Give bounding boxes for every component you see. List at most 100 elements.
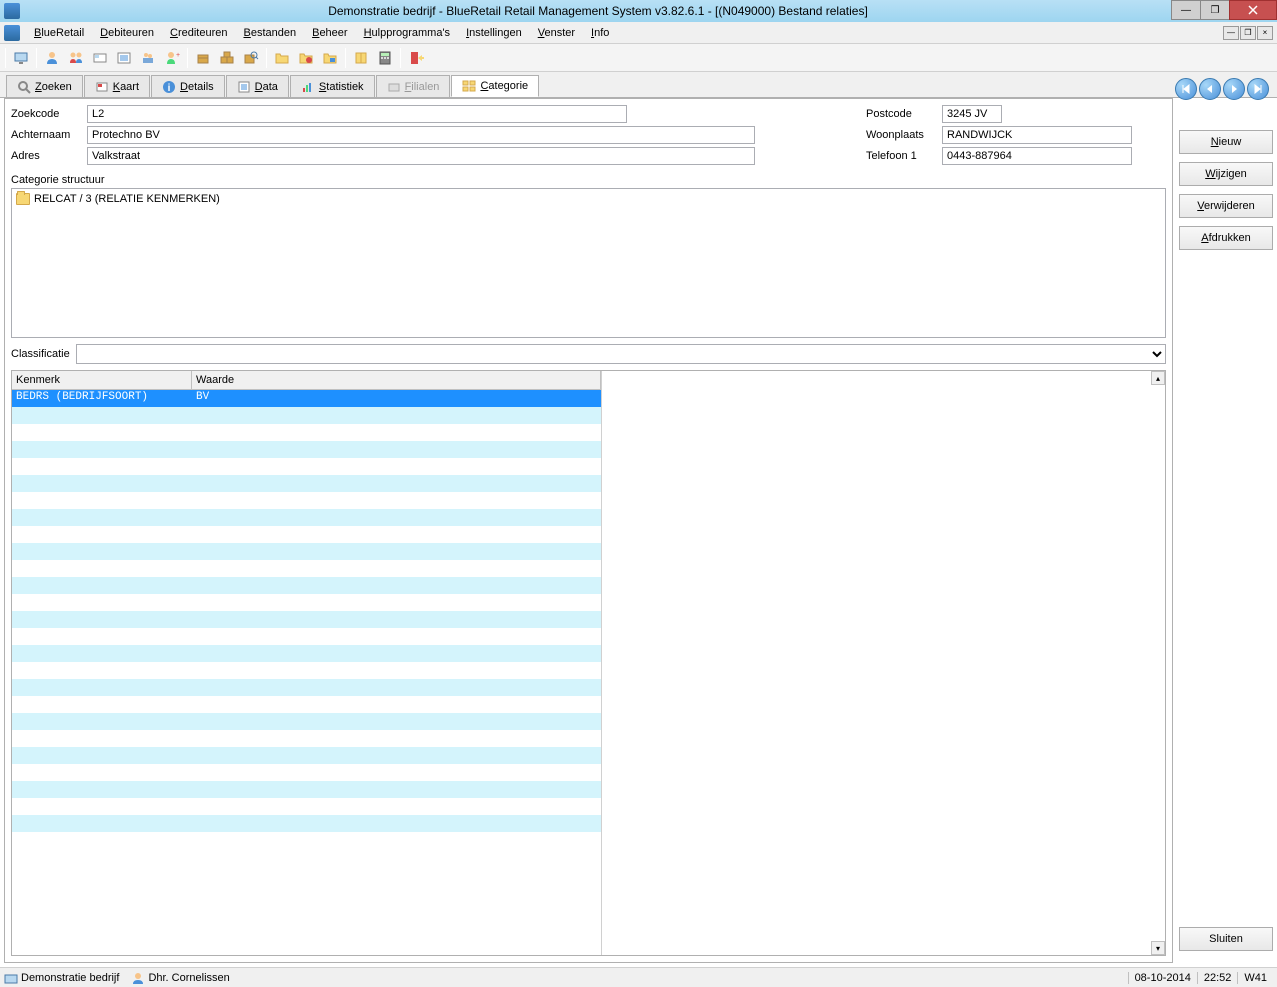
category-tree[interactable]: RELCAT / 3 (RELATIE KENMERKEN)	[11, 188, 1166, 338]
tab-zoeken[interactable]: Zoeken	[6, 75, 83, 97]
toolbar-user-add-icon[interactable]: +	[161, 47, 183, 69]
afdrukken-button[interactable]: Afdrukken	[1179, 226, 1273, 250]
grid-row-empty[interactable]	[12, 662, 601, 679]
tab-kaart[interactable]: Kaart	[84, 75, 150, 97]
grid-row-empty[interactable]	[12, 424, 601, 441]
menu-blueretail[interactable]: BlueRetail	[26, 25, 92, 41]
minimize-button[interactable]: —	[1171, 0, 1201, 20]
grid-row-empty[interactable]	[12, 509, 601, 526]
nav-first-button[interactable]	[1175, 78, 1197, 100]
grid-row-empty[interactable]	[12, 594, 601, 611]
data-icon	[237, 80, 251, 94]
grid-scroll-up-icon[interactable]: ▴	[1151, 371, 1165, 385]
grid-header-waarde[interactable]: Waarde	[192, 371, 601, 389]
sluiten-button[interactable]: Sluiten	[1179, 927, 1273, 951]
nav-next-button[interactable]	[1223, 78, 1245, 100]
grid-row-empty[interactable]	[12, 475, 601, 492]
woonplaats-input[interactable]	[942, 126, 1132, 144]
grid-row-empty[interactable]	[12, 458, 601, 475]
toolbar-search-box-icon[interactable]	[240, 47, 262, 69]
tab-details[interactable]: iDetails	[151, 75, 225, 97]
grid-row-empty[interactable]	[12, 747, 601, 764]
grid-row-empty[interactable]	[12, 645, 601, 662]
mdi-close-button[interactable]: ×	[1257, 26, 1273, 40]
toolbar-folder-blue-icon[interactable]	[319, 47, 341, 69]
telefoon1-input[interactable]	[942, 147, 1132, 165]
tab-strip: ZoekenKaartiDetailsDataStatistiekFiliale…	[0, 72, 1277, 98]
category-icon	[462, 79, 476, 93]
adres-label: Adres	[11, 150, 87, 162]
toolbar-screen-icon[interactable]	[10, 47, 32, 69]
grid-row-empty[interactable]	[12, 611, 601, 628]
menu-crediteuren[interactable]: Crediteuren	[162, 25, 236, 41]
toolbar-people-icon[interactable]	[137, 47, 159, 69]
close-button[interactable]	[1229, 0, 1277, 20]
menu-hulpprogrammas[interactable]: Hulpprogramma's	[356, 25, 458, 41]
tab-categorie[interactable]: Categorie	[451, 75, 539, 97]
menu-instellingen[interactable]: Instellingen	[458, 25, 530, 41]
tab-statistiek[interactable]: Statistiek	[290, 75, 375, 97]
grid-row-empty[interactable]	[12, 560, 601, 577]
grid-row-empty[interactable]	[12, 815, 601, 832]
mdi-minimize-button[interactable]: —	[1223, 26, 1239, 40]
grid-row-empty[interactable]	[12, 679, 601, 696]
toolbar-list-icon[interactable]	[113, 47, 135, 69]
grid-row-empty[interactable]	[12, 781, 601, 798]
tree-item[interactable]: RELCAT / 3 (RELATIE KENMERKEN)	[16, 193, 1161, 205]
zoekcode-input[interactable]	[87, 105, 627, 123]
grid-row-empty[interactable]	[12, 832, 601, 849]
verwijderen-button[interactable]: Verwijderen	[1179, 194, 1273, 218]
classification-select[interactable]	[76, 344, 1166, 364]
card-icon	[95, 80, 109, 94]
grid-row-empty[interactable]	[12, 407, 601, 424]
toolbar-user-icon[interactable]	[41, 47, 63, 69]
toolbar-users-icon[interactable]	[65, 47, 87, 69]
achternaam-input[interactable]	[87, 126, 755, 144]
grid-scroll-down-icon[interactable]: ▾	[1151, 941, 1165, 955]
grid-row-empty[interactable]	[12, 798, 601, 815]
grid-row-empty[interactable]	[12, 492, 601, 509]
grid-row[interactable]: BEDRS (BEDRIJFSOORT)BV	[12, 390, 601, 407]
nav-prev-button[interactable]	[1199, 78, 1221, 100]
menu-beheer[interactable]: Beheer	[304, 25, 355, 41]
nav-last-button[interactable]	[1247, 78, 1269, 100]
nieuw-button[interactable]: Nieuw	[1179, 130, 1273, 154]
grid-row-empty[interactable]	[12, 543, 601, 560]
grid-row-empty[interactable]	[12, 628, 601, 645]
achternaam-label: Achternaam	[11, 129, 87, 141]
tab-data[interactable]: Data	[226, 75, 289, 97]
toolbar-folder-red-icon[interactable]	[295, 47, 317, 69]
menu-venster[interactable]: Venster	[530, 25, 583, 41]
grid-row-empty[interactable]	[12, 730, 601, 747]
postcode-input[interactable]	[942, 105, 1002, 123]
grid-row-empty[interactable]	[12, 713, 601, 730]
grid-row-empty[interactable]	[12, 526, 601, 543]
info-icon: i	[162, 80, 176, 94]
toolbar-folder-icon[interactable]	[271, 47, 293, 69]
grid-row-empty[interactable]	[12, 441, 601, 458]
adres-input[interactable]	[87, 147, 755, 165]
toolbar-box-icon[interactable]	[192, 47, 214, 69]
maximize-button[interactable]: ❐	[1200, 0, 1230, 20]
menu-debiteuren[interactable]: Debiteuren	[92, 25, 162, 41]
toolbar-card-icon[interactable]	[89, 47, 111, 69]
status-week: W41	[1237, 972, 1273, 984]
mdi-restore-button[interactable]: ❐	[1240, 26, 1256, 40]
toolbar-calc-icon[interactable]	[374, 47, 396, 69]
toolbar-boxes-icon[interactable]	[216, 47, 238, 69]
svg-text:i: i	[168, 83, 171, 94]
grid-row-empty[interactable]	[12, 577, 601, 594]
grid-row-empty[interactable]	[12, 764, 601, 781]
app-icon	[4, 3, 20, 19]
grid-row-empty[interactable]	[12, 696, 601, 713]
attributes-grid: Kenmerk Waarde BEDRS (BEDRIJFSOORT)BV ▴ …	[11, 370, 1166, 956]
menu-bar: BlueRetailDebiteurenCrediteurenBestanden…	[0, 22, 1277, 44]
toolbar-exit-icon[interactable]	[405, 47, 427, 69]
toolbar-book-icon[interactable]	[350, 47, 372, 69]
status-company: Demonstratie bedrijf	[21, 972, 119, 984]
wijzigen-button[interactable]: Wijzigen	[1179, 162, 1273, 186]
menu-info[interactable]: Info	[583, 25, 617, 41]
grid-header-kenmerk[interactable]: Kenmerk	[12, 371, 192, 389]
menu-bestanden[interactable]: Bestanden	[235, 25, 304, 41]
toolbar: +	[0, 44, 1277, 72]
